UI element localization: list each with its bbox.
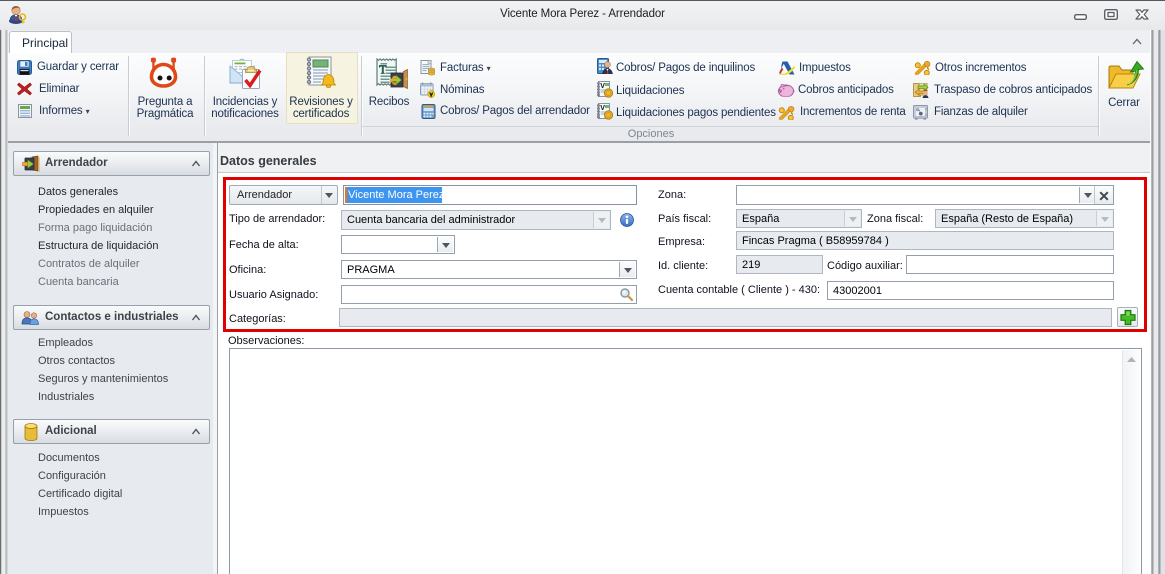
svg-text:V: V bbox=[600, 83, 605, 90]
svg-text:V: V bbox=[600, 105, 605, 112]
